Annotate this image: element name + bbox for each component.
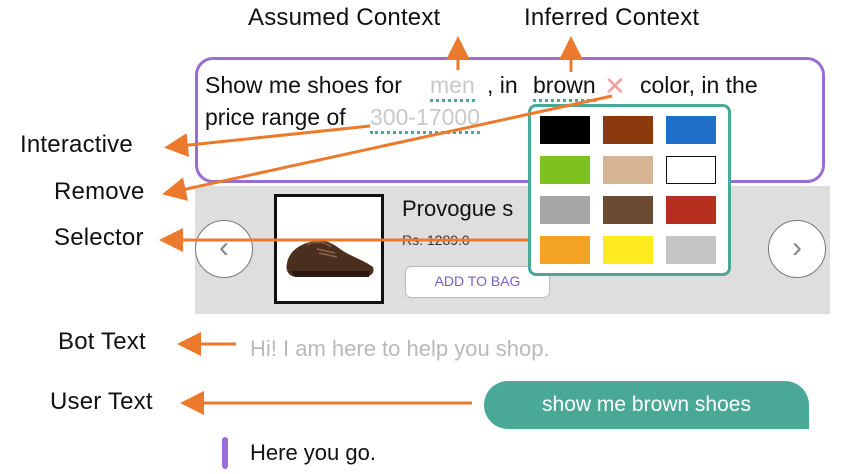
- interactive-arrow: [164, 124, 371, 158]
- annotation-arrows: [159, 36, 613, 415]
- remove-arrow: [162, 94, 613, 201]
